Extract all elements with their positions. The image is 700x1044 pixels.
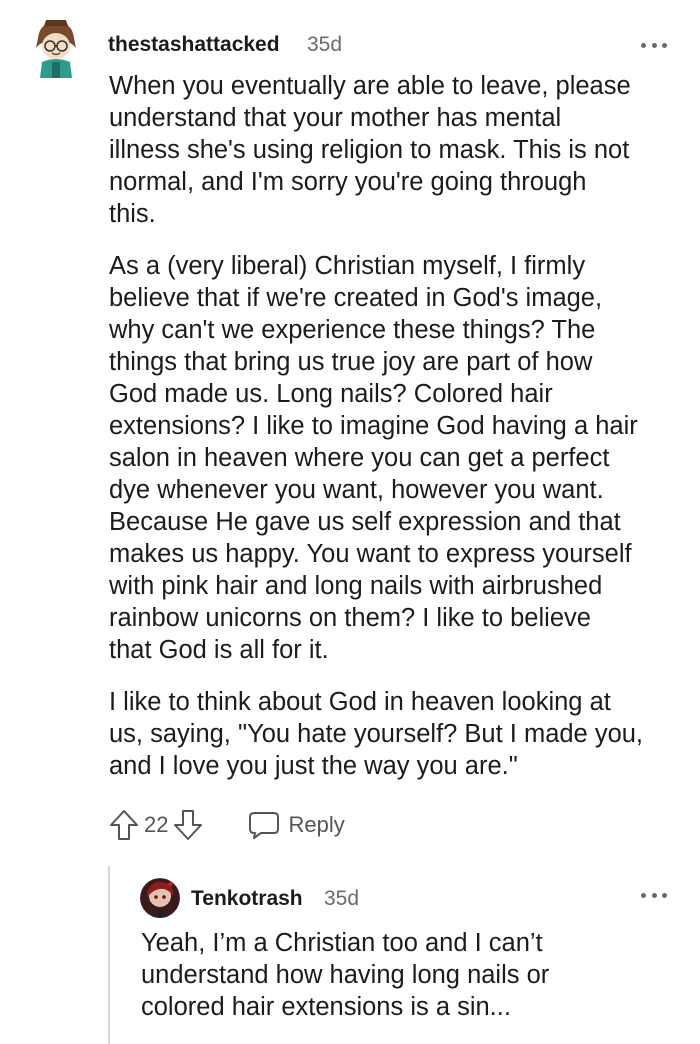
username[interactable]: thestashattacked	[108, 33, 280, 57]
reply-avatar[interactable]	[140, 878, 180, 918]
comment-paragraph: When you eventually are able to leave, p…	[109, 72, 631, 228]
avatar-icon	[36, 20, 76, 78]
username[interactable]: Tenkotrash	[191, 887, 303, 911]
reply-button[interactable]: Reply	[248, 810, 345, 840]
more-options-icon[interactable]	[641, 40, 667, 50]
downvote-arrow-icon[interactable]	[172, 808, 204, 842]
comment-paragraph: I like to think about God in heaven look…	[109, 688, 644, 780]
comment-body: When you eventually are able to leave, p…	[109, 70, 689, 782]
timestamp: 35d	[307, 33, 343, 56]
chat-bubble-icon	[249, 812, 280, 839]
comment-paragraph: As a (very liberal) Christian myself, I …	[109, 252, 638, 664]
reply-body: Yeah, I’m a Christian too and I can’t un…	[141, 927, 681, 1023]
user-avatar[interactable]	[30, 18, 82, 78]
reply-label: Reply	[288, 812, 345, 837]
timestamp: 35d	[324, 887, 360, 910]
vote-count: 22	[144, 812, 169, 837]
avatar-icon	[140, 878, 180, 918]
thread-line[interactable]	[108, 866, 110, 1044]
comment-actions: 22 Reply	[108, 808, 345, 842]
upvote-arrow-icon[interactable]	[108, 808, 140, 842]
more-options-icon[interactable]	[641, 890, 667, 900]
reply-paragraph: Yeah, I’m a Christian too and I can’t un…	[141, 929, 550, 1021]
